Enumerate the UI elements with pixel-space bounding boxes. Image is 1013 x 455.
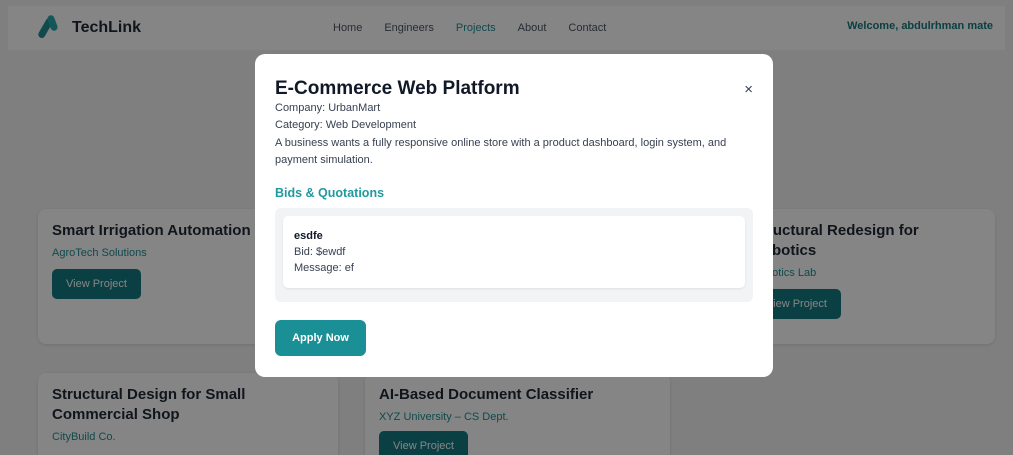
project-details-modal: E-Commerce Web Platform × Company: Urban… <box>255 54 773 377</box>
modal-title: E-Commerce Web Platform <box>275 78 520 99</box>
category-line: Category: Web Development <box>275 119 417 131</box>
company-line: Company: UrbanMart <box>275 102 381 114</box>
close-icon[interactable]: × <box>744 82 753 97</box>
bids-heading: Bids & Quotations <box>275 186 385 200</box>
bid-engineer-name: esdfe <box>294 230 323 242</box>
bid-message: Message: ef <box>294 262 354 274</box>
bid-item: esdfe Bid: $ewdf Message: ef <box>283 216 745 288</box>
bid-amount: Bid: $ewdf <box>294 246 346 258</box>
project-description: A business wants a fully responsive onli… <box>275 137 727 166</box>
bids-list: esdfe Bid: $ewdf Message: ef <box>275 208 753 302</box>
apply-now-button[interactable]: Apply Now <box>275 320 366 356</box>
